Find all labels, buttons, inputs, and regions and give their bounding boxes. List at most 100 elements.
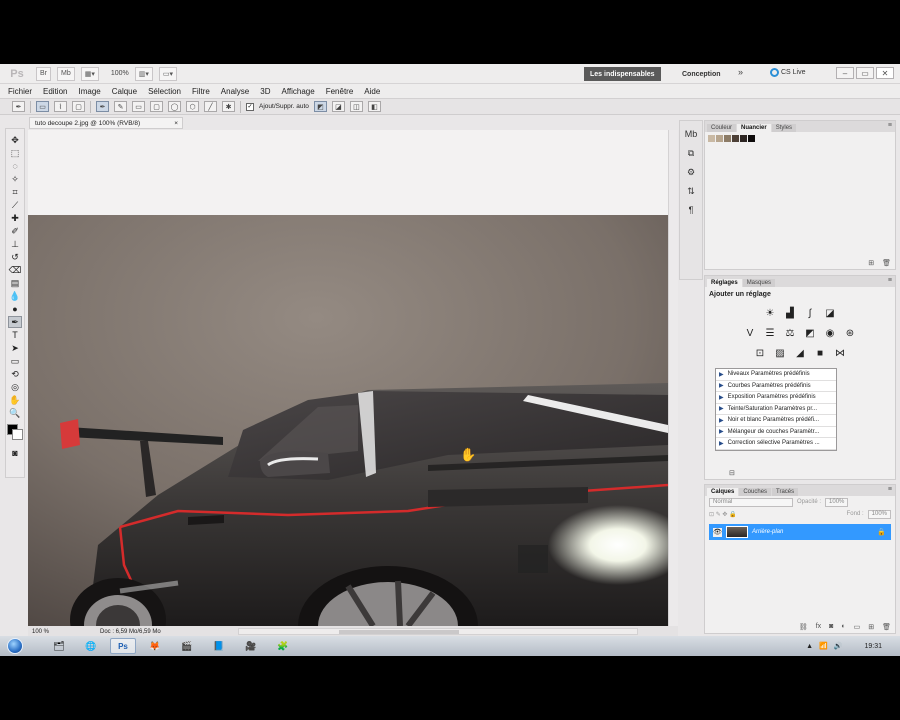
link-layers-icon[interactable]: ⛓ bbox=[799, 623, 808, 631]
start-button[interactable] bbox=[4, 636, 26, 656]
maximize-button[interactable]: ▭ bbox=[856, 67, 874, 79]
color-swatches[interactable] bbox=[7, 424, 23, 440]
preset-item[interactable]: ▶ Mélangeur de couches Paramètr... bbox=[716, 427, 836, 438]
new-adjustment-icon[interactable]: ◐ bbox=[841, 623, 845, 631]
vibrance-icon[interactable]: V bbox=[744, 327, 757, 340]
3d-rotate-tool-icon[interactable]: ⟲ bbox=[8, 368, 22, 380]
network-icon[interactable]: 📶 bbox=[819, 642, 828, 650]
subtract-path-icon[interactable]: ◪ bbox=[331, 101, 345, 112]
menu-selection[interactable]: Sélection bbox=[148, 87, 181, 96]
selective-color-icon[interactable]: ⋈ bbox=[834, 347, 847, 360]
type-tool-icon[interactable]: T bbox=[8, 329, 22, 341]
tab-nuancier[interactable]: Nuancier bbox=[737, 124, 771, 132]
background-color[interactable] bbox=[12, 429, 23, 440]
pen-tool-preset-icon[interactable]: ✒ bbox=[12, 101, 25, 112]
new-layer-icon[interactable]: ⊞ bbox=[868, 623, 874, 631]
exclude-path-icon[interactable]: ◧ bbox=[367, 101, 381, 112]
eraser-tool-icon[interactable]: ⌫ bbox=[8, 264, 22, 276]
tab-couches[interactable]: Couches bbox=[739, 488, 772, 496]
intersect-path-icon[interactable]: ◫ bbox=[349, 101, 363, 112]
history-panel-icon[interactable]: ⧉ bbox=[684, 146, 698, 160]
quick-selection-tool-icon[interactable]: ✧ bbox=[8, 173, 22, 185]
rounded-rectangle-shape-icon[interactable]: ▢ bbox=[150, 101, 163, 112]
menu-image[interactable]: Image bbox=[78, 87, 100, 96]
invert-icon[interactable]: ⊡ bbox=[754, 347, 767, 360]
launch-bridge-button[interactable]: Br bbox=[36, 66, 51, 81]
character-panel-icon[interactable]: ¶ bbox=[684, 203, 698, 217]
dodge-tool-icon[interactable]: ● bbox=[8, 303, 22, 315]
menu-analyse[interactable]: Analyse bbox=[221, 87, 249, 96]
menu-3d[interactable]: 3D bbox=[260, 87, 270, 96]
clone-stamp-tool-icon[interactable]: ⊥ bbox=[8, 238, 22, 250]
swatch[interactable] bbox=[708, 135, 715, 142]
tab-calques[interactable]: Calques bbox=[707, 488, 739, 496]
tab-masques[interactable]: Masques bbox=[742, 279, 776, 287]
tab-couleur[interactable]: Couleur bbox=[707, 124, 737, 132]
polygon-shape-icon[interactable]: ⬡ bbox=[186, 101, 199, 112]
gradient-map-icon[interactable]: ■ bbox=[814, 347, 827, 360]
layer-row-background[interactable]: 👁 Arrière-plan 🔒 bbox=[709, 524, 891, 540]
delete-layer-icon[interactable]: 🗑 bbox=[882, 623, 891, 631]
add-mask-icon[interactable]: ◙ bbox=[829, 623, 833, 631]
hand-tool-icon[interactable]: ✋ bbox=[8, 394, 22, 406]
photo-filter-icon[interactable]: ◉ bbox=[824, 327, 837, 340]
layer-name[interactable]: Arrière-plan bbox=[752, 529, 873, 535]
add-to-path-icon[interactable]: ◩ bbox=[313, 101, 327, 112]
fill-field[interactable]: 100% bbox=[867, 509, 891, 519]
move-tool-icon[interactable]: ✥ bbox=[8, 134, 22, 146]
explorer-taskbar-icon[interactable]: 🗂 bbox=[46, 638, 72, 654]
pen-tool-icon[interactable]: ✒ bbox=[8, 316, 22, 328]
minibridge-panel-icon[interactable]: Mb bbox=[684, 127, 698, 141]
workspace-essentials-button[interactable]: Les indispensables bbox=[584, 67, 661, 81]
panel-menu-icon[interactable]: ≡ bbox=[888, 122, 892, 129]
preset-item[interactable]: ▶ Niveaux Paramètres prédéfinis bbox=[716, 369, 836, 381]
swatch[interactable] bbox=[732, 135, 739, 142]
app-taskbar-icon[interactable]: 📘 bbox=[206, 638, 232, 654]
status-doc-size[interactable]: Doc : 6,59 Mo/6,59 Mo bbox=[100, 629, 161, 635]
media-taskbar-icon[interactable]: 🎬 bbox=[174, 638, 200, 654]
firefox-taskbar-icon[interactable]: 🦊 bbox=[142, 638, 168, 654]
menu-filtre[interactable]: Filtre bbox=[192, 87, 210, 96]
layer-style-icon[interactable]: fx bbox=[816, 623, 821, 631]
rectangle-shape-icon[interactable]: ▭ bbox=[132, 101, 145, 112]
quick-mask-icon[interactable]: ◙ bbox=[8, 447, 22, 459]
tab-reglages[interactable]: Réglages bbox=[707, 279, 742, 287]
custom-shape-icon[interactable]: ✱ bbox=[222, 101, 235, 112]
color-balance-icon[interactable]: ⚖ bbox=[784, 327, 797, 340]
tab-traces[interactable]: Tracés bbox=[772, 488, 799, 496]
workspace-more-icon[interactable]: » bbox=[738, 67, 743, 77]
pen-icon[interactable]: ✒ bbox=[96, 101, 109, 112]
exposure-icon[interactable]: ◪ bbox=[824, 307, 837, 320]
screen-mode-button[interactable]: ▭▾ bbox=[158, 66, 178, 81]
menu-fenetre[interactable]: Fenêtre bbox=[326, 87, 354, 96]
tool-taskbar-icon[interactable]: 🧩 bbox=[270, 638, 296, 654]
hue-saturation-icon[interactable]: ☰ bbox=[764, 327, 777, 340]
menu-edition[interactable]: Edition bbox=[43, 87, 67, 96]
lasso-tool-icon[interactable]: ◌ bbox=[8, 160, 22, 172]
swatch[interactable] bbox=[748, 135, 755, 142]
auto-add-delete-checkbox[interactable]: ✓ bbox=[246, 102, 254, 111]
lock-icons[interactable]: ⊡ ✎ ✥ 🔒 bbox=[709, 511, 737, 518]
minimize-button[interactable]: – bbox=[836, 67, 854, 79]
brightness-contrast-icon[interactable]: ☀ bbox=[764, 307, 777, 320]
scrollbar-thumb[interactable] bbox=[339, 630, 459, 634]
gradient-tool-icon[interactable]: ▤ bbox=[8, 277, 22, 289]
preset-item[interactable]: ▶ Courbes Paramètres prédéfinis bbox=[716, 381, 836, 392]
marquee-tool-icon[interactable]: ⬚ bbox=[8, 147, 22, 159]
zoom-level[interactable]: 100% bbox=[111, 70, 129, 77]
arrange-documents-button[interactable]: ▥▾ bbox=[134, 66, 153, 81]
3d-orbit-tool-icon[interactable]: ◎ bbox=[8, 381, 22, 393]
close-button[interactable]: ✕ bbox=[876, 67, 894, 79]
swatch[interactable] bbox=[716, 135, 723, 142]
ellipse-shape-icon[interactable]: ◯ bbox=[168, 101, 181, 112]
brush-tool-icon[interactable]: ✐ bbox=[8, 225, 22, 237]
preset-item[interactable]: ▶ Exposition Paramètres prédéfinis bbox=[716, 392, 836, 404]
menu-aide[interactable]: Aide bbox=[364, 87, 380, 96]
path-selection-tool-icon[interactable]: ➤ bbox=[8, 342, 22, 354]
recorder-taskbar-icon[interactable]: 🎥 bbox=[238, 638, 264, 654]
black-white-icon[interactable]: ◩ bbox=[804, 327, 817, 340]
paths-mode-icon[interactable]: ⌇ bbox=[54, 101, 67, 112]
view-extras-button[interactable]: ▦▾ bbox=[80, 66, 99, 81]
healing-brush-tool-icon[interactable]: ✚ bbox=[8, 212, 22, 224]
history-brush-tool-icon[interactable]: ↺ bbox=[8, 251, 22, 263]
